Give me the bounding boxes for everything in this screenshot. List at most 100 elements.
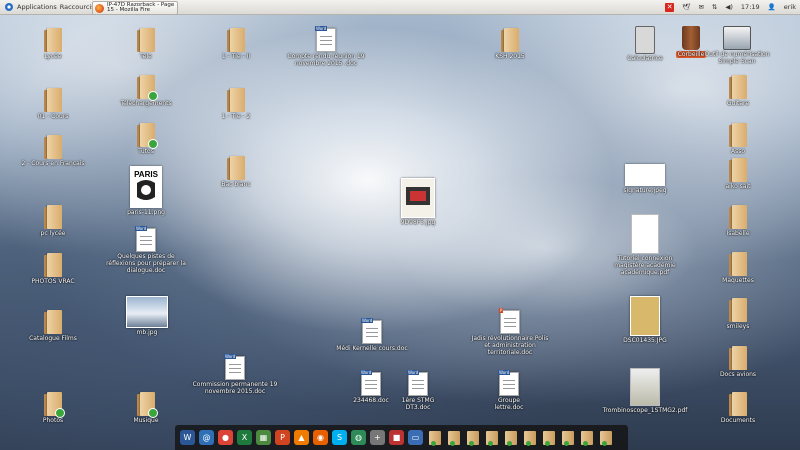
folder-label: Musique bbox=[133, 417, 159, 424]
trash-icon bbox=[682, 26, 700, 50]
file-paris-11-png[interactable]: PARIS paris-11.png bbox=[120, 166, 172, 216]
calc-icon[interactable]: X bbox=[237, 430, 252, 445]
file-label: Quelques pistes de réflexions pour prépa… bbox=[106, 253, 186, 274]
file-polis-doc[interactable]: P Jadis révolutionnaire Polis et adminis… bbox=[470, 308, 550, 356]
folder-label: Catalogue Films bbox=[29, 335, 77, 342]
close-icon[interactable]: ✕ bbox=[665, 2, 675, 12]
folder-label: smileys bbox=[726, 323, 750, 330]
monitor-icon[interactable]: ▭ bbox=[408, 430, 423, 445]
globe-icon[interactable]: ◍ bbox=[351, 430, 366, 445]
folder-musique[interactable]: Musique bbox=[123, 392, 169, 424]
dock-folder-icon[interactable] bbox=[504, 430, 517, 446]
dock-folder-icon[interactable] bbox=[485, 430, 498, 446]
folder-smileys[interactable]: smileys bbox=[715, 298, 761, 330]
file-quelques-pistes-doc[interactable]: Word Quelques pistes de réflexions pour … bbox=[104, 226, 188, 274]
network-icon[interactable]: ⇅ bbox=[712, 3, 717, 11]
thunderbird-icon[interactable]: @ bbox=[199, 430, 214, 445]
folder-catalogue-films[interactable]: Catalogue Films bbox=[22, 310, 84, 342]
file-1ere-stmg-dt3-doc[interactable]: Word 1ère STMG DT3.doc bbox=[393, 370, 443, 411]
word-doc-icon: Word bbox=[224, 354, 245, 380]
folder-2-cours-en-francais[interactable]: 2 - Cours en Français bbox=[18, 135, 88, 167]
folder-ksh-2015[interactable]: KSH 2015 bbox=[487, 28, 533, 60]
word-icon[interactable]: W bbox=[180, 430, 195, 445]
file-234468-doc[interactable]: Word 234468.doc bbox=[348, 370, 394, 404]
folder-icon bbox=[729, 205, 747, 229]
file-groupe-lettre-doc[interactable]: Word Groupe lettre.doc bbox=[484, 370, 534, 411]
folder-label: Maquettes bbox=[722, 277, 754, 284]
dock-folder-icon[interactable] bbox=[561, 430, 574, 446]
bird-icon[interactable]: 🕊 bbox=[682, 3, 690, 11]
firefox-icon bbox=[95, 3, 104, 13]
folder-pc-lycee[interactable]: pc lycée bbox=[30, 205, 76, 237]
folder-lycee[interactable]: Lycée bbox=[30, 28, 76, 60]
dock-folder-icon[interactable] bbox=[428, 430, 441, 446]
clock[interactable]: 17:19 bbox=[741, 3, 760, 11]
folder-icon bbox=[729, 392, 747, 416]
gift-icon[interactable]: ■ bbox=[389, 430, 404, 445]
places-label[interactable]: Raccourcis bbox=[60, 3, 95, 11]
folder-docs-avions[interactable]: Docs avions bbox=[715, 346, 761, 378]
folder-telechargements[interactable]: Téléchargements bbox=[116, 75, 176, 107]
file-tutoriel-connexion-pdf[interactable]: Tutoriel connexion magistère académie ac… bbox=[604, 214, 686, 276]
folder-icon bbox=[137, 392, 158, 418]
skype-icon[interactable]: S bbox=[332, 430, 347, 445]
folder-photos-vrac[interactable]: PHOTOS VRAC bbox=[26, 253, 80, 285]
app-label: Corbeille bbox=[675, 51, 707, 58]
folder-asso[interactable]: Asso bbox=[715, 123, 761, 155]
scanner-icon bbox=[723, 26, 751, 50]
app-simple-scan[interactable]: Outil de numérisation Simple Scan bbox=[704, 26, 770, 65]
dock-folder-icon[interactable] bbox=[523, 430, 536, 446]
file-medi-kernelle-doc[interactable]: Word Médi Kernelle cours.doc bbox=[332, 318, 412, 352]
folder-aiko-sait[interactable]: aiko sait bbox=[715, 158, 761, 190]
plus-icon[interactable]: + bbox=[370, 430, 385, 445]
dock-folder-icon[interactable] bbox=[542, 430, 555, 446]
folder-tele[interactable]: Tele bbox=[123, 28, 169, 60]
file-trombinoscope-pdf[interactable]: Trombinoscope_1STMG2.pdf bbox=[600, 368, 690, 414]
word-doc-icon: Word bbox=[407, 370, 428, 396]
app-label: Outil de numérisation Simple Scan bbox=[704, 51, 770, 65]
file-compte-rendu-doc[interactable]: Word Compte rendu réunion 19 novembre 20… bbox=[280, 26, 372, 67]
folder-label: 1 - Tle - 2 bbox=[221, 113, 251, 120]
folder-documents[interactable]: Documents bbox=[715, 392, 761, 424]
file-label: Jadis révolutionnaire Polis et administr… bbox=[471, 335, 549, 356]
taskbar-window-firefox[interactable]: IP-47D Razorback - Page 15 - Mozilla Fir… bbox=[92, 1, 178, 15]
vlc-icon[interactable]: ▲ bbox=[294, 430, 309, 445]
impress-icon[interactable]: P bbox=[275, 430, 290, 445]
volume-icon[interactable]: ◀) bbox=[725, 3, 733, 11]
folder-icon bbox=[44, 88, 62, 112]
folder-guitare[interactable]: Guitare bbox=[715, 75, 761, 107]
file-signature-jpeg[interactable]: signature.jpeg bbox=[618, 164, 672, 194]
mail-icon[interactable]: ✉ bbox=[698, 3, 703, 11]
folder-1-tle-2[interactable]: 1 - Tle - 2 bbox=[213, 88, 259, 120]
file-9d98f3-jpg[interactable]: 9D98F3.jpg bbox=[394, 178, 442, 226]
folder-01-cours[interactable]: 01 - Cours bbox=[30, 88, 76, 120]
dock-folder-icon[interactable] bbox=[599, 430, 612, 446]
table-icon[interactable]: ▦ bbox=[256, 430, 271, 445]
folder-icon bbox=[729, 298, 747, 322]
folder-label: Photos bbox=[42, 417, 64, 424]
app-calculatrice[interactable]: Calculatrice bbox=[622, 26, 668, 62]
applications-label[interactable]: Applications bbox=[17, 3, 57, 11]
applications-menu[interactable]: Applications Raccourcis bbox=[3, 2, 95, 13]
file-commission-permanente-doc[interactable]: Word Commission permanente 19 novembre 2… bbox=[190, 354, 280, 395]
user-name[interactable]: erik bbox=[784, 3, 796, 11]
file-label: Commission permanente 19 novembre 2015.d… bbox=[192, 381, 278, 395]
folder-tutos[interactable]: Tutos bbox=[123, 123, 169, 155]
firefox-icon[interactable]: ◉ bbox=[313, 430, 328, 445]
folder-maquettes[interactable]: Maquettes bbox=[715, 252, 761, 284]
folder-label: aiko sait bbox=[725, 183, 751, 190]
user-icon[interactable]: 👤 bbox=[768, 3, 776, 11]
folder-label: Docs avions bbox=[719, 371, 757, 378]
dock-folder-icon[interactable] bbox=[447, 430, 460, 446]
chrome-icon[interactable]: ● bbox=[218, 430, 233, 445]
folder-icon bbox=[227, 156, 245, 180]
ubuntu-logo-icon bbox=[3, 2, 14, 13]
folder-1-tle-ii[interactable]: 1 - Tle - II bbox=[213, 28, 259, 60]
dock-folder-icon[interactable] bbox=[580, 430, 593, 446]
folder-isabelle[interactable]: Isabelle bbox=[715, 205, 761, 237]
folder-bac-blanc[interactable]: Bac blanc bbox=[213, 156, 259, 188]
file-dsc01435-jpg[interactable]: DSC01435.JPG bbox=[618, 296, 672, 344]
file-mb-jpg[interactable]: mb.jpg bbox=[124, 296, 170, 336]
folder-photos[interactable]: Photos bbox=[30, 392, 76, 424]
dock-folder-icon[interactable] bbox=[466, 430, 479, 446]
